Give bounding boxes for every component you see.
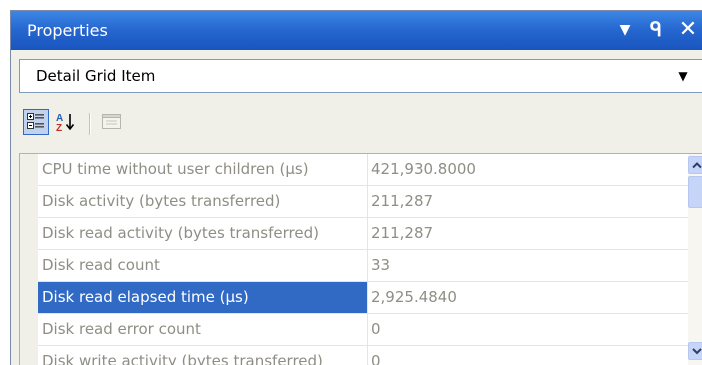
panel-title: Properties [27,21,108,40]
property-value: 421,930.8000 [371,160,476,178]
close-icon[interactable]: ✕ [675,17,701,43]
selected-object-label: Detail Grid Item [36,67,156,85]
property-value: 33 [371,256,391,274]
categorized-icon [27,113,44,129]
property-name: Disk read error count [38,314,368,345]
dropdown-arrow-icon[interactable]: ▼ [615,17,635,43]
property-name: Disk read count [38,250,368,281]
svg-text:Z: Z [56,123,62,133]
sort-az-icon: A Z [56,113,75,133]
property-row-selected[interactable]: Disk read elapsed time (μs) 2,925.4840 [38,282,688,314]
scroll-down-button[interactable] [688,342,702,360]
property-pages-button[interactable] [99,109,125,135]
property-pages-icon [102,114,121,129]
property-name: Disk write activity (bytes transferred) [38,346,368,365]
property-name: CPU time without user children (μs) [38,154,368,185]
category-gutter [20,154,38,365]
categorized-button[interactable] [23,109,49,135]
chevron-down-icon[interactable]: ▼ [676,67,690,85]
chevron-down-icon [692,348,702,355]
scroll-up-button[interactable] [688,156,702,174]
property-name: Disk read activity (bytes transferred) [38,218,368,249]
object-selector[interactable]: Detail Grid Item ▼ [19,59,702,93]
property-row[interactable]: CPU time without user children (μs) 421,… [38,154,688,186]
scrollbar-thumb[interactable] [688,176,702,208]
alphabetical-button[interactable]: A Z [53,109,79,135]
property-row[interactable]: Disk activity (bytes transferred) 211,28… [38,186,688,218]
property-row[interactable]: Disk write activity (bytes transferred) … [38,346,688,365]
toolbar-separator [89,113,91,135]
property-value: 0 [371,320,381,338]
pin-icon[interactable]: ᑫ [645,17,667,43]
property-grid[interactable]: CPU time without user children (μs) 421,… [19,153,702,365]
property-value: 0 [371,352,381,365]
chevron-up-icon [692,162,702,169]
title-bar[interactable]: Properties ▼ ᑫ ✕ [11,11,702,50]
property-name: Disk activity (bytes transferred) [38,186,368,217]
property-row[interactable]: Disk read activity (bytes transferred) 2… [38,218,688,250]
properties-panel: Properties ▼ ᑫ ✕ Detail Grid Item ▼ A Z … [10,10,702,365]
property-value: 211,287 [371,224,434,242]
property-value: 211,287 [371,192,434,210]
toolbar: A Z [11,101,702,145]
property-row[interactable]: Disk read error count 0 [38,314,688,346]
property-name: Disk read elapsed time (μs) [38,282,368,313]
property-row[interactable]: Disk read count 33 [38,250,688,282]
vertical-scrollbar[interactable] [688,154,702,365]
property-value: 2,925.4840 [371,288,457,306]
